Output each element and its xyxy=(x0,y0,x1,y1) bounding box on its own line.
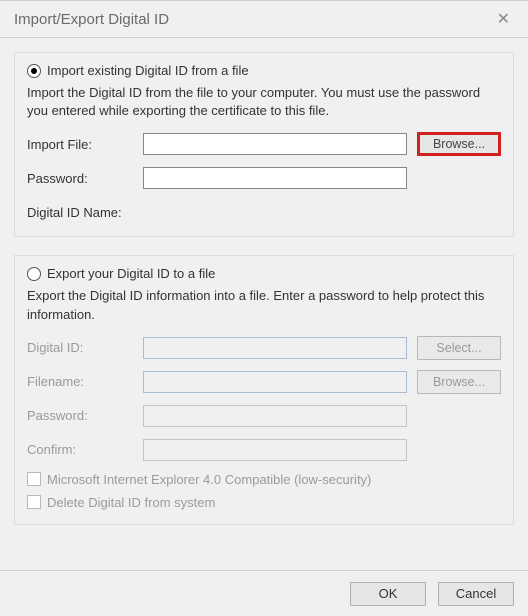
import-file-label: Import File: xyxy=(27,137,143,152)
import-radio-label: Import existing Digital ID from a file xyxy=(47,63,249,78)
import-password-input[interactable] xyxy=(143,167,407,189)
export-group: Export your Digital ID to a file Export … xyxy=(14,255,514,524)
delete-digital-id-checkbox xyxy=(27,495,41,509)
titlebar: Import/Export Digital ID ✕ xyxy=(0,0,528,38)
close-icon[interactable]: ✕ xyxy=(489,5,518,33)
export-password-input xyxy=(143,405,407,427)
export-confirm-input xyxy=(143,439,407,461)
import-radio[interactable] xyxy=(27,64,41,78)
export-radio[interactable] xyxy=(27,267,41,281)
export-radio-label: Export your Digital ID to a file xyxy=(47,266,215,281)
export-browse-button: Browse... xyxy=(417,370,501,394)
cancel-button[interactable]: Cancel xyxy=(438,582,514,606)
dialog-footer: OK Cancel xyxy=(0,570,528,616)
import-group: Import existing Digital ID from a file I… xyxy=(14,52,514,237)
ie4-compatible-checkbox xyxy=(27,472,41,486)
export-digital-id-input xyxy=(143,337,407,359)
import-password-label: Password: xyxy=(27,171,143,186)
export-digital-id-label: Digital ID: xyxy=(27,340,143,355)
export-select-button: Select... xyxy=(417,336,501,360)
export-filename-input xyxy=(143,371,407,393)
ok-button[interactable]: OK xyxy=(350,582,426,606)
digital-id-name-label: Digital ID Name: xyxy=(27,205,122,220)
dialog-window: Import/Export Digital ID ✕ Import existi… xyxy=(0,0,528,616)
export-filename-label: Filename: xyxy=(27,374,143,389)
export-confirm-label: Confirm: xyxy=(27,442,143,457)
import-file-input[interactable] xyxy=(143,133,407,155)
import-description: Import the Digital ID from the file to y… xyxy=(27,84,501,120)
export-description: Export the Digital ID information into a… xyxy=(27,287,501,323)
dialog-title: Import/Export Digital ID xyxy=(14,11,169,28)
ie4-compatible-label: Microsoft Internet Explorer 4.0 Compatib… xyxy=(47,472,371,487)
delete-digital-id-label: Delete Digital ID from system xyxy=(47,495,215,510)
import-browse-button[interactable]: Browse... xyxy=(417,132,501,156)
export-password-label: Password: xyxy=(27,408,143,423)
dialog-content: Import existing Digital ID from a file I… xyxy=(0,38,528,570)
